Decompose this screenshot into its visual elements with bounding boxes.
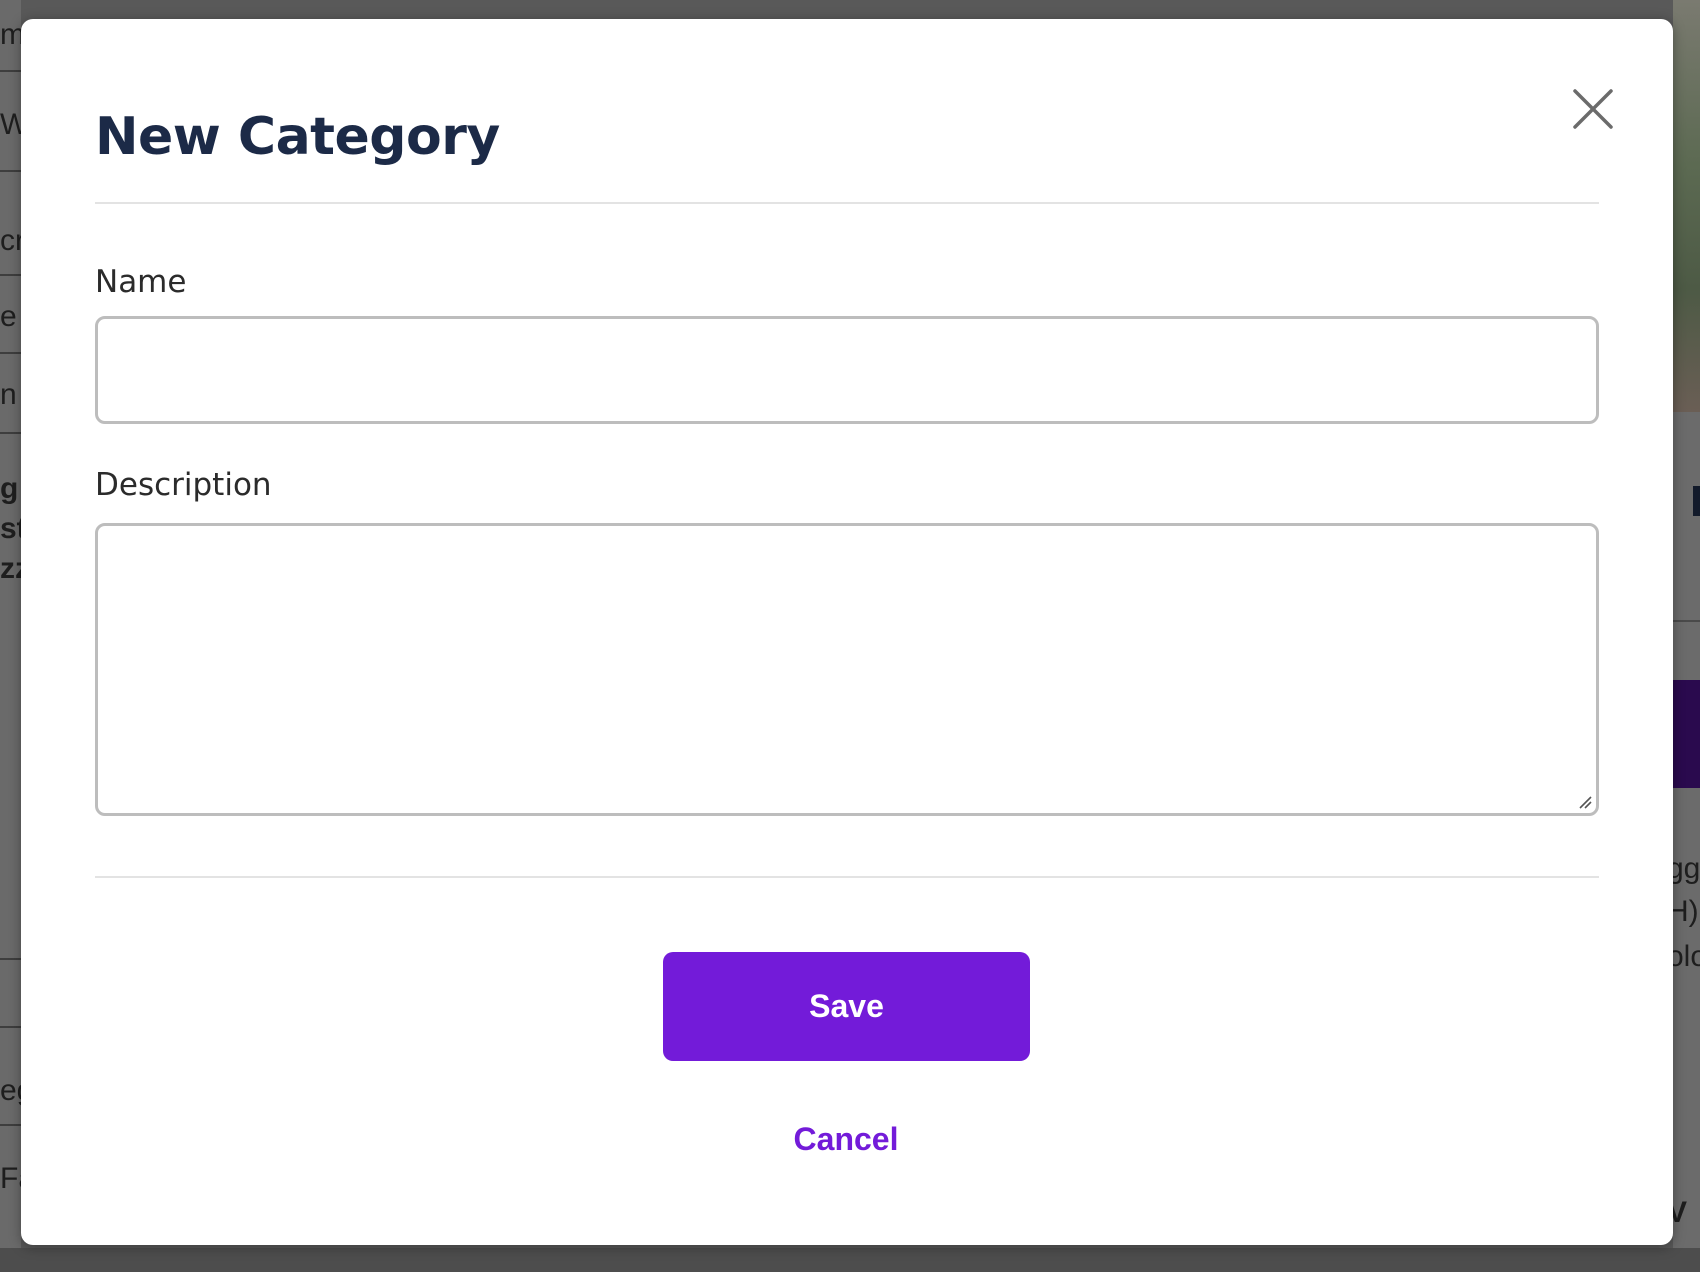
background-purple-banner (1673, 680, 1700, 788)
header-divider (95, 202, 1599, 204)
background-right-column: gg H) olo V (1667, 0, 1700, 1272)
footer-divider (95, 876, 1599, 878)
cancel-button[interactable]: Cancel (721, 1116, 971, 1162)
background-plant-image (1673, 0, 1700, 412)
close-button[interactable] (1567, 83, 1619, 135)
background-heading-fragment (1693, 486, 1700, 516)
modal-title: New Category (95, 107, 500, 167)
save-button[interactable]: Save (663, 952, 1030, 1061)
description-textarea[interactable] (95, 523, 1599, 816)
textarea-resize-handle[interactable] (1578, 795, 1592, 809)
name-label: Name (95, 264, 187, 300)
name-input[interactable] (95, 316, 1599, 424)
description-label: Description (95, 467, 272, 503)
close-icon (1573, 89, 1613, 129)
background-bottom-bar (0, 1248, 1700, 1272)
resize-grip-icon (1579, 796, 1592, 809)
new-category-modal: New Category Name Description Save Cance… (21, 19, 1673, 1245)
